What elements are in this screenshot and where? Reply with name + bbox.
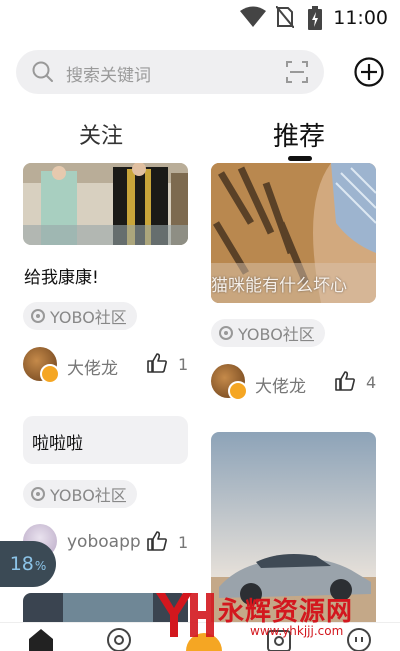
watermark-logo	[156, 593, 214, 637]
community-tag[interactable]: YOBO社区	[23, 480, 137, 508]
watermark-url: www.yhkjjj.com	[250, 624, 344, 638]
progress-badge[interactable]: 18%	[0, 541, 56, 587]
verified-badge	[40, 364, 60, 384]
community-icon	[31, 309, 45, 323]
author-name[interactable]: 大佬龙	[67, 354, 118, 379]
scan-icon[interactable]	[286, 61, 308, 83]
community-tag-label: YOBO社区	[50, 308, 127, 327]
thumbs-up-icon[interactable]	[147, 531, 167, 551]
progress-unit: %	[34, 559, 47, 573]
search-placeholder: 搜索关键词	[66, 66, 151, 86]
discover-icon[interactable]	[106, 627, 132, 651]
costume-photo	[23, 163, 188, 245]
active-tab-indicator	[288, 156, 312, 161]
community-tag-label: YOBO社区	[238, 325, 315, 344]
plus-circle-icon[interactable]	[354, 57, 384, 87]
verified-badge	[228, 381, 248, 401]
post-image[interactable]	[23, 163, 188, 245]
no-sim-icon	[276, 6, 294, 28]
battery-charging-icon	[308, 6, 322, 30]
thumbs-up-icon[interactable]	[147, 353, 167, 373]
author-name[interactable]: yoboapp	[67, 532, 141, 552]
watermark-text: 永辉资源网	[218, 597, 354, 627]
like-count: 4	[366, 373, 377, 392]
tab-recommend[interactable]: 推荐	[273, 116, 325, 153]
post-image[interactable]: 猫咪能有什么坏心	[211, 163, 376, 303]
post-text: 啦啦啦	[32, 434, 83, 454]
like-count: 1	[178, 533, 189, 552]
community-icon	[31, 487, 45, 501]
tab-follow[interactable]: 关注	[79, 118, 123, 150]
search-input[interactable]: 搜索关键词	[16, 50, 324, 94]
search-icon	[32, 61, 53, 82]
status-bar: 11:00	[0, 0, 400, 36]
home-icon[interactable]	[28, 627, 54, 651]
community-icon	[219, 326, 233, 340]
avatar[interactable]	[211, 364, 248, 401]
clock-time: 11:00	[333, 7, 388, 29]
thumbs-up-icon[interactable]	[335, 371, 355, 391]
wifi-icon	[240, 6, 266, 27]
community-tag[interactable]: YOBO社区	[211, 319, 325, 347]
image-caption: 猫咪能有什么坏心	[211, 276, 347, 296]
post-title: 给我康康!	[24, 268, 99, 288]
avatar[interactable]	[23, 347, 60, 384]
author-name[interactable]: 大佬龙	[255, 372, 306, 397]
progress-value: 18	[9, 553, 34, 575]
like-count: 1	[178, 355, 189, 374]
community-tag[interactable]: YOBO社区	[23, 302, 137, 330]
feed[interactable]: 给我康康! YOBO社区 大佬龙 1 啦啦啦 YOBO社区 yoboapp 1 …	[0, 163, 400, 623]
post-text-card[interactable]: 啦啦啦	[23, 416, 188, 464]
community-tag-label: YOBO社区	[50, 486, 127, 505]
watermark: 永辉资源网 www.yhkjjj.com	[150, 585, 400, 645]
